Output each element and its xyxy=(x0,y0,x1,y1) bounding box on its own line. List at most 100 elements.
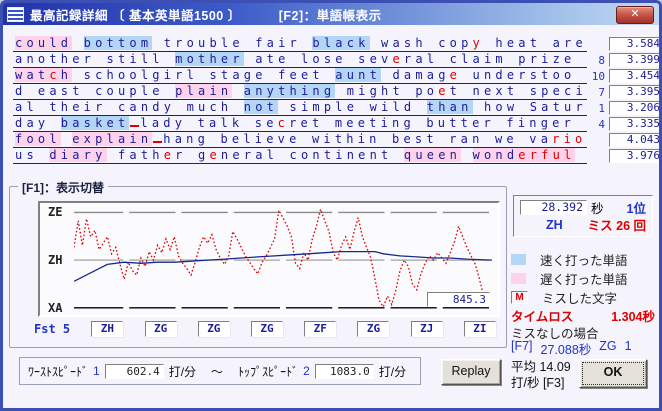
line-speed-field: 3.335 xyxy=(609,117,659,131)
word: understoo xyxy=(472,68,576,82)
word: plain xyxy=(175,84,233,98)
replay-button[interactable]: Replay xyxy=(441,359,501,385)
ok-button[interactable]: OK xyxy=(579,359,647,388)
close-button[interactable]: ✕ xyxy=(616,6,654,24)
word: explain xyxy=(72,132,153,146)
miss-char: c xyxy=(277,116,290,130)
miss-char: e xyxy=(392,52,404,66)
graph-groupbox: [F1]：表示切替 845.3 ZE ZH XA Fst 5 ZH ZG ZG ZG ZF Z… xyxy=(9,179,507,348)
word: hang xyxy=(163,132,209,146)
miss-count-label: ミス 26 回 xyxy=(587,219,646,233)
word: damage xyxy=(392,68,462,82)
line-words: d east couple plain anything might poet … xyxy=(13,84,587,100)
line-speed-field: 3.399 xyxy=(609,53,659,67)
word: butter xyxy=(426,116,495,130)
line-speed-field: 3.454 xyxy=(609,69,659,83)
segment-grade-box: ZJ xyxy=(410,321,443,337)
miss-char: e xyxy=(163,148,176,162)
word: meeting xyxy=(334,116,415,130)
word: queen xyxy=(403,148,462,162)
line-speed-field: 3.206 xyxy=(609,101,659,115)
word-row: us diary father general continent queen … xyxy=(13,148,659,164)
fast-word-swatch xyxy=(511,254,526,265)
word: aunt xyxy=(335,68,381,82)
word-row: watch schoolgirl stage feet aunt damage … xyxy=(13,68,659,84)
word: several xyxy=(358,52,439,66)
word: ate xyxy=(255,52,290,66)
word: candy xyxy=(117,100,176,114)
word: anything xyxy=(243,84,336,98)
app-window: 最高記録詳細 〔 基本英単語1500 〕 [F2]：単語帳表示 ✕ could b… xyxy=(0,0,662,411)
word: talk xyxy=(197,116,244,130)
word: believe xyxy=(220,132,301,146)
word: claim xyxy=(449,52,507,66)
miss-char-swatch: M xyxy=(511,291,528,304)
word: bottom xyxy=(83,36,153,50)
worst-speed-field: 602.4 xyxy=(104,363,164,379)
worst-speed-num: 1 xyxy=(93,364,100,378)
miss-space-mark xyxy=(153,138,163,143)
word: simple xyxy=(289,100,359,114)
word: lady xyxy=(140,116,187,130)
line-words: fool explain hang believe within best ran… xyxy=(13,132,587,148)
line-words: day basket lady talk secret meeting butte… xyxy=(13,116,587,132)
y-axis-label: ZH xyxy=(48,253,63,268)
segment-grade-box: ZI xyxy=(463,321,496,337)
miss-char: o xyxy=(575,132,587,146)
segment-grade-box: ZG xyxy=(251,321,284,337)
timeloss-value: 1.304秒 xyxy=(611,310,655,324)
word: vario xyxy=(529,132,587,146)
legend-row: 速く打った単語 xyxy=(511,250,657,269)
segment-grade-box: ZH xyxy=(91,321,124,337)
word-row: d east couple plain anything might poet … xyxy=(13,84,659,100)
line-words: watch schoolgirl stage feet aunt damage … xyxy=(13,68,587,84)
average-speed-line2: 打/秒 [F3] xyxy=(511,376,565,390)
miss-space-mark xyxy=(130,122,140,127)
segment-grade-box: ZF xyxy=(304,321,337,337)
word: al xyxy=(15,100,38,114)
speed-range-bar: ﾜｰｽﾄｽﾋﾟｰﾄﾞ 1 602.4 打/分 ～ ﾄｯﾌﾟｽﾋﾟｰﾄﾞ 2 10… xyxy=(19,357,421,385)
miss-char: i xyxy=(563,132,575,146)
word-lines: could bottom trouble fair black wash cop… xyxy=(13,36,659,164)
line-miss-count: 1 xyxy=(598,102,605,115)
miss-char: l xyxy=(564,148,576,162)
word: father xyxy=(117,148,187,162)
line-words: al their candy much not simple wild than… xyxy=(13,100,587,116)
slow-word-swatch xyxy=(511,273,526,284)
miss-char: e xyxy=(209,148,221,162)
title-bar[interactable]: 最高記録詳細 〔 基本英単語1500 〕 [F2]：単語帳表示 ✕ xyxy=(3,3,659,25)
line-miss-count: 10 xyxy=(591,70,605,83)
word: general xyxy=(198,148,279,162)
miss-char: e xyxy=(438,84,450,98)
word-row: another still mother ate lose several cl… xyxy=(13,52,659,68)
color-legend: 速く打った単語 遅く打った単語 M ミスした文字 xyxy=(511,250,657,307)
word: feet xyxy=(278,68,324,82)
word: not xyxy=(243,100,279,114)
blue-solid-line xyxy=(74,250,492,282)
app-icon xyxy=(7,6,24,22)
speed-unit-2: 打/分 xyxy=(378,364,407,379)
record-stats-box: 28.392 秒 1位 ZH ミス 26 回 xyxy=(513,195,653,237)
miss-char: f xyxy=(541,148,553,162)
miss-char: e xyxy=(449,68,462,82)
word: mother xyxy=(175,52,244,66)
line-words: us diary father general continent queen … xyxy=(13,148,587,164)
word: schoolgirl xyxy=(83,68,198,82)
line-speed-field: 3.584 xyxy=(609,37,659,51)
y-axis-label: ZE xyxy=(48,205,63,220)
segment-grade-box: ZG xyxy=(357,321,390,337)
word: we xyxy=(494,132,518,146)
y-axis-label: XA xyxy=(48,300,63,315)
word: wild xyxy=(369,100,416,114)
word: speci xyxy=(529,84,587,98)
line-speed-field: 3.395 xyxy=(609,85,659,99)
word: poet xyxy=(415,84,462,98)
miss-char: e xyxy=(518,148,530,162)
top-speed-num: 2 xyxy=(303,364,310,378)
legend-label: 速く打った単語 xyxy=(540,254,628,268)
graph-groupbox-label: [F1]：表示切替 xyxy=(18,179,108,196)
word: fair xyxy=(255,36,301,50)
word: black xyxy=(312,36,370,50)
word: their xyxy=(49,100,107,114)
current-speed-field: 845.3 xyxy=(427,292,490,307)
